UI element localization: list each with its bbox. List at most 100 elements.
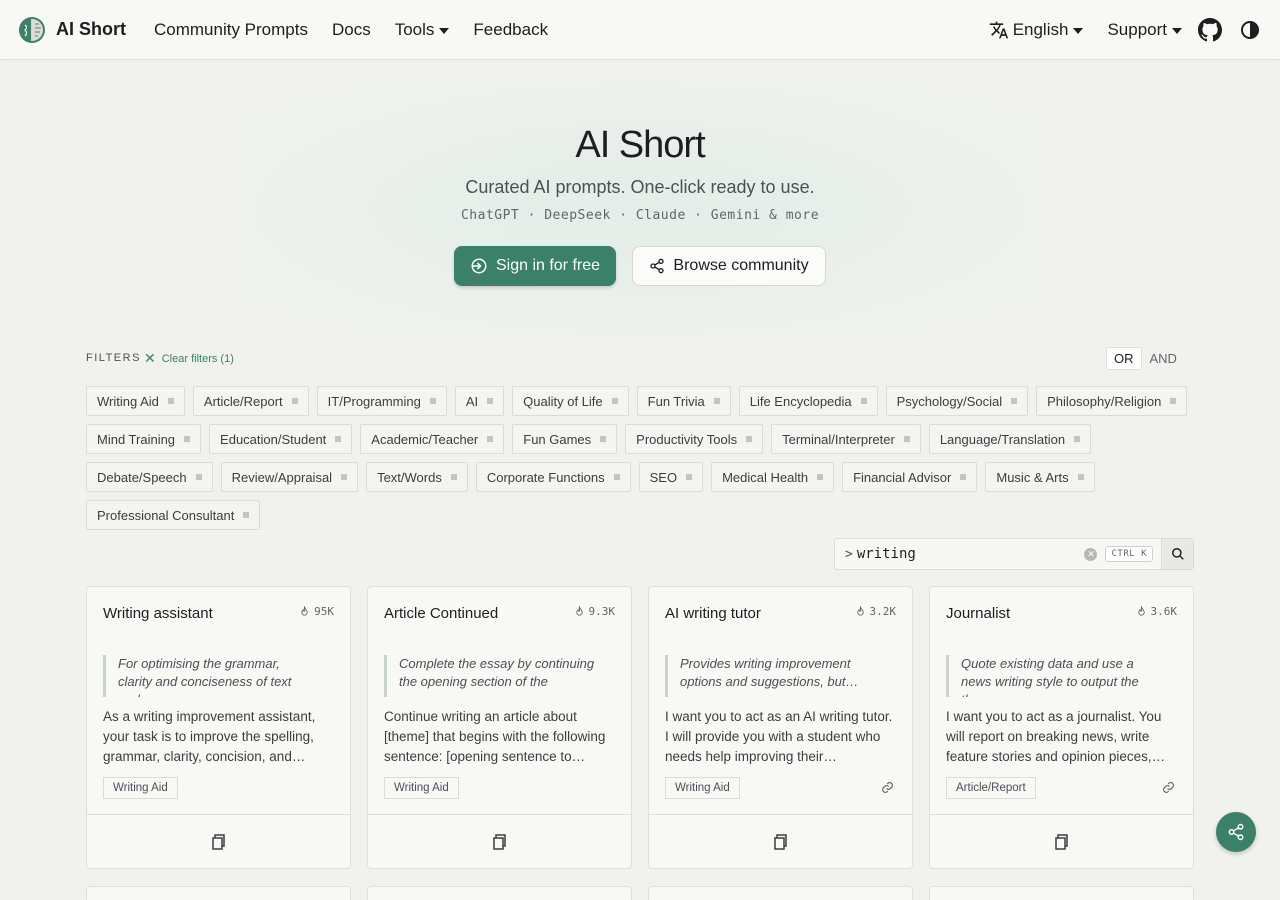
checkbox-icon	[713, 398, 720, 404]
hero-models: ChatGPT · DeepSeek · Claude · Gemini & m…	[460, 208, 820, 223]
card-title[interactable]: Journalist	[946, 605, 1010, 622]
logic-or-button[interactable]: OR	[1106, 347, 1142, 370]
nav-community-prompts[interactable]: Community Prompts	[154, 20, 308, 40]
filter-tag-label: Education/Student	[220, 431, 327, 447]
filter-tag[interactable]: Music & Arts	[985, 462, 1095, 492]
nav-feedback[interactable]: Feedback	[473, 20, 548, 40]
nav-tools-dropdown[interactable]: Tools	[395, 20, 450, 40]
filter-tag[interactable]: Review/Appraisal	[220, 462, 359, 492]
checkbox-icon	[613, 474, 620, 480]
github-icon[interactable]	[1198, 18, 1222, 42]
filter-tag[interactable]: Philosophy/Religion	[1036, 386, 1188, 416]
filter-tag[interactable]: IT/Programming	[316, 386, 447, 416]
navbar: AI Short Community Prompts Docs Tools Fe…	[0, 0, 1280, 60]
prompt-card: Article Continued 9.3K Complete the essa…	[367, 586, 632, 869]
copy-icon	[1054, 833, 1068, 850]
card-tag[interactable]: Writing Aid	[384, 777, 459, 799]
filter-tag[interactable]: Education/Student	[209, 424, 353, 454]
link-icon[interactable]	[1162, 781, 1175, 799]
filter-tag-label: Academic/Teacher	[371, 431, 479, 447]
filter-tag[interactable]: Professional Consultant	[86, 500, 261, 530]
filter-tag[interactable]: Academic/Teacher	[360, 424, 505, 454]
filter-tag[interactable]: Language/Translation	[928, 424, 1092, 454]
share-icon	[1228, 823, 1244, 841]
theme-toggle-icon[interactable]	[1238, 18, 1262, 42]
filter-tag[interactable]: Quality of Life	[512, 386, 629, 416]
filter-tags: Writing Aid Article/Report IT/Programmin…	[86, 386, 1196, 538]
prompt-card	[86, 886, 351, 900]
copy-prompt-button[interactable]	[930, 814, 1193, 868]
filter-tag[interactable]: SEO	[638, 462, 704, 492]
filter-tag[interactable]: Writing Aid	[86, 386, 185, 416]
language-dropdown[interactable]: English	[989, 20, 1084, 40]
link-icon[interactable]	[881, 781, 894, 799]
checkbox-icon	[243, 512, 250, 518]
checkbox-icon	[167, 398, 174, 404]
nav-docs[interactable]: Docs	[332, 20, 371, 40]
keyboard-shortcut-hint: CTRL K	[1105, 546, 1153, 562]
search-button[interactable]	[1161, 539, 1193, 569]
filter-tag[interactable]: Mind Training	[86, 424, 202, 454]
brand-link[interactable]: AI Short	[18, 16, 126, 44]
card-title[interactable]: AI writing tutor	[665, 605, 761, 622]
prompt-card: Writing assistant 95K For optimising the…	[86, 586, 351, 869]
filter-tag[interactable]: Text/Words	[366, 462, 468, 492]
filter-tag-label: Fun Trivia	[647, 393, 705, 409]
search-input[interactable]	[856, 539, 1085, 569]
caret-down-icon	[439, 27, 450, 34]
share-button[interactable]	[1216, 812, 1256, 852]
caret-down-icon	[1172, 28, 1182, 34]
sign-in-label: Sign in for free	[495, 257, 601, 274]
navbar-left: AI Short Community Prompts Docs Tools Fe…	[0, 16, 572, 44]
filter-tag[interactable]: Productivity Tools	[625, 424, 764, 454]
filter-tag-label: Financial Advisor	[853, 469, 952, 485]
fire-icon	[575, 606, 583, 616]
checkbox-icon	[1170, 398, 1177, 404]
filter-tag-label: Debate/Speech	[97, 469, 187, 485]
checkbox-icon	[487, 398, 494, 404]
card-popularity: 3.2K	[855, 605, 896, 618]
brand-name: AI Short	[56, 19, 126, 39]
filter-tag-label: Professional Consultant	[97, 507, 235, 523]
copy-prompt-button[interactable]	[87, 814, 350, 868]
card-title[interactable]: Writing assistant	[103, 605, 213, 622]
filter-tag[interactable]: Medical Health	[711, 462, 835, 492]
prompt-card: AI writing tutor 3.2K Provides writing i…	[648, 586, 913, 869]
prompt-card: Journalist 3.6K Quote existing data and …	[929, 586, 1194, 869]
filter-tag[interactable]: Terminal/Interpreter	[771, 424, 921, 454]
filter-tag[interactable]: Life Encyclopedia	[738, 386, 878, 416]
filter-tag[interactable]: Debate/Speech	[86, 462, 213, 492]
card-title[interactable]: Article Continued	[384, 605, 498, 622]
filter-tag[interactable]: AI	[454, 386, 505, 416]
nav-docs-label: Docs	[331, 19, 371, 39]
card-tag[interactable]: Writing Aid	[665, 777, 740, 799]
filter-tag-label: Writing Aid	[97, 393, 159, 409]
logic-and-button[interactable]: AND	[1142, 348, 1185, 369]
card-tag[interactable]: Writing Aid	[103, 777, 178, 799]
filter-tag[interactable]: Fun Games	[512, 424, 618, 454]
copy-prompt-button[interactable]	[368, 814, 631, 868]
clear-filters-button[interactable]: ✕ Clear filters (1)	[144, 350, 234, 367]
checkbox-icon	[184, 436, 191, 442]
card-count-value: 95K	[314, 605, 334, 618]
card-prompt-text: Continue writing an article about [theme…	[384, 709, 606, 764]
filter-tag[interactable]: Financial Advisor	[842, 462, 978, 492]
filter-tag[interactable]: Article/Report	[192, 386, 309, 416]
close-icon: ✕	[144, 350, 156, 366]
copy-prompt-button[interactable]	[649, 814, 912, 868]
language-label: English	[1012, 20, 1069, 39]
browse-community-label: Browse community	[673, 257, 809, 274]
filter-tag[interactable]: Fun Trivia	[636, 386, 731, 416]
card-tag[interactable]: Article/Report	[946, 777, 1036, 799]
clear-search-icon[interactable]: ✕	[1084, 547, 1098, 561]
search-icon	[1171, 548, 1184, 560]
browse-community-button[interactable]: Browse community	[632, 246, 826, 286]
search-prompt: >	[845, 546, 853, 562]
support-dropdown[interactable]: Support	[1107, 20, 1182, 40]
filter-tag[interactable]: Corporate Functions	[475, 462, 631, 492]
hero-subtitle: Curated AI prompts. One-click ready to u…	[465, 177, 815, 197]
filter-tag-label: Corporate Functions	[486, 469, 605, 485]
sign-in-button[interactable]: Sign in for free	[454, 246, 616, 286]
sign-in-icon	[471, 258, 487, 274]
filter-tag[interactable]: Psychology/Social	[885, 386, 1029, 416]
